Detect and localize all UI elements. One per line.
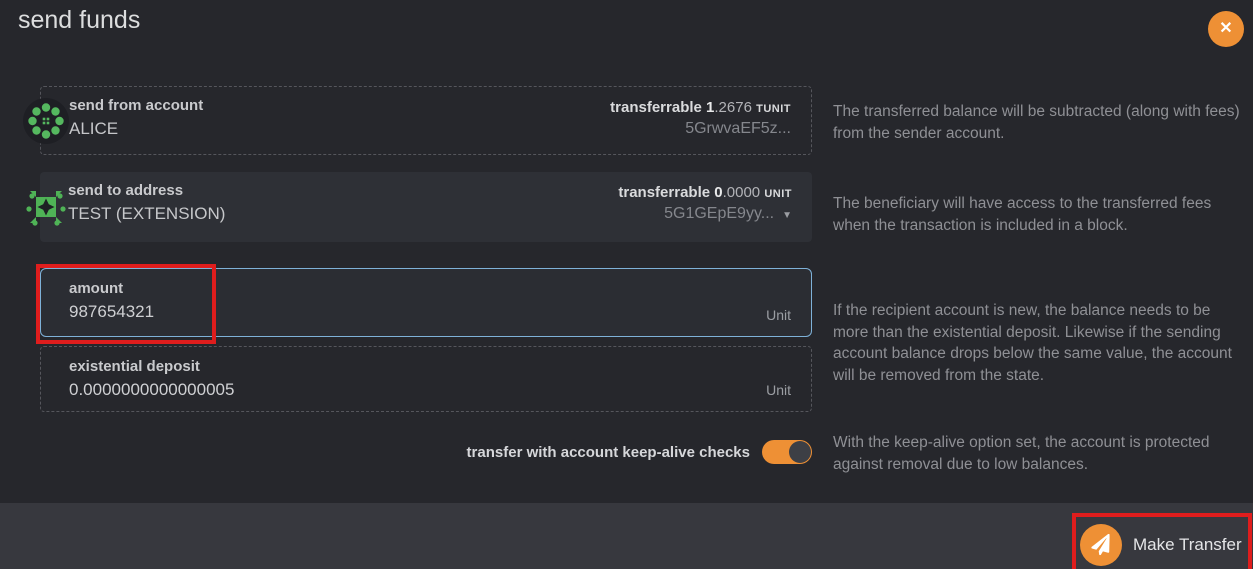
help-text-existential: If the recipient account is new, the bal… [833, 300, 1247, 387]
amount-label: amount [69, 280, 629, 297]
chevron-down-icon[interactable]: ▼ [782, 210, 792, 221]
to-address-info: send to address TEST (EXTENSION) [68, 182, 225, 224]
paper-plane-icon [1080, 524, 1122, 566]
existential-deposit-label: existential deposit [69, 358, 629, 375]
to-address-name: TEST (EXTENSION) [68, 204, 225, 224]
existential-info: existential deposit [69, 358, 629, 400]
from-balance-label: transferrable [610, 99, 702, 116]
from-balance-unit: TUNIT [756, 103, 791, 115]
existential-unit-label: Unit [766, 382, 791, 398]
from-account-label: send from account [69, 97, 203, 114]
modal-title: send funds [18, 6, 140, 35]
existential-deposit-input [69, 380, 629, 400]
from-account-name: ALICE [69, 119, 203, 139]
close-icon: ✕ [1219, 21, 1232, 37]
keep-alive-row: transfer with account keep-alive checks [40, 440, 812, 464]
send-to-address-row[interactable]: send to address TEST (EXTENSION) transfe… [40, 172, 812, 242]
to-address-identicon [22, 183, 70, 231]
from-account-address: 5GrwvaEF5z... [610, 120, 791, 138]
send-from-account-row: send from account ALICE transferrable 1.… [40, 86, 812, 155]
to-address-balance: transferrable 0.0000 UNIT 5G1GEpE9yy...▼ [618, 182, 792, 224]
help-text-sender: The transferred balance will be subtract… [833, 101, 1247, 144]
keep-alive-label: transfer with account keep-alive checks [467, 444, 750, 461]
make-transfer-button[interactable]: Make Transfer [1080, 524, 1242, 566]
to-balance-line: transferrable 0.0000 UNIT [618, 184, 792, 201]
to-account-address: 5G1GEpE9yy...▼ [618, 205, 792, 223]
make-transfer-label: Make Transfer [1133, 535, 1242, 555]
amount-field[interactable]: amount Unit [40, 268, 812, 337]
from-account-info: send from account ALICE [69, 97, 203, 139]
close-button[interactable]: ✕ [1208, 11, 1244, 47]
to-balance-label: transferrable [618, 184, 710, 201]
modal-footer [0, 503, 1253, 569]
to-balance-frac: .0000 [723, 184, 761, 201]
to-balance-unit: UNIT [764, 188, 792, 200]
from-balance-frac: .2676 [714, 99, 752, 116]
keep-alive-toggle[interactable] [762, 440, 812, 464]
amount-unit-label: Unit [766, 307, 791, 323]
from-balance-line: transferrable 1.2676 TUNIT [610, 99, 791, 116]
existential-deposit-field: existential deposit Unit [40, 346, 812, 412]
send-funds-modal: send funds ✕ send from account ALICE tra… [0, 0, 1253, 569]
help-text-beneficiary: The beneficiary will have access to the … [833, 193, 1247, 236]
to-address-label: send to address [68, 182, 225, 199]
to-balance-int: 0 [714, 184, 722, 201]
amount-info: amount [69, 280, 629, 322]
toggle-knob [789, 441, 811, 463]
from-account-identicon [22, 97, 70, 145]
from-account-balance: transferrable 1.2676 TUNIT 5GrwvaEF5z... [610, 97, 791, 139]
amount-input[interactable] [69, 302, 629, 322]
help-text-keep-alive: With the keep-alive option set, the acco… [833, 432, 1247, 475]
